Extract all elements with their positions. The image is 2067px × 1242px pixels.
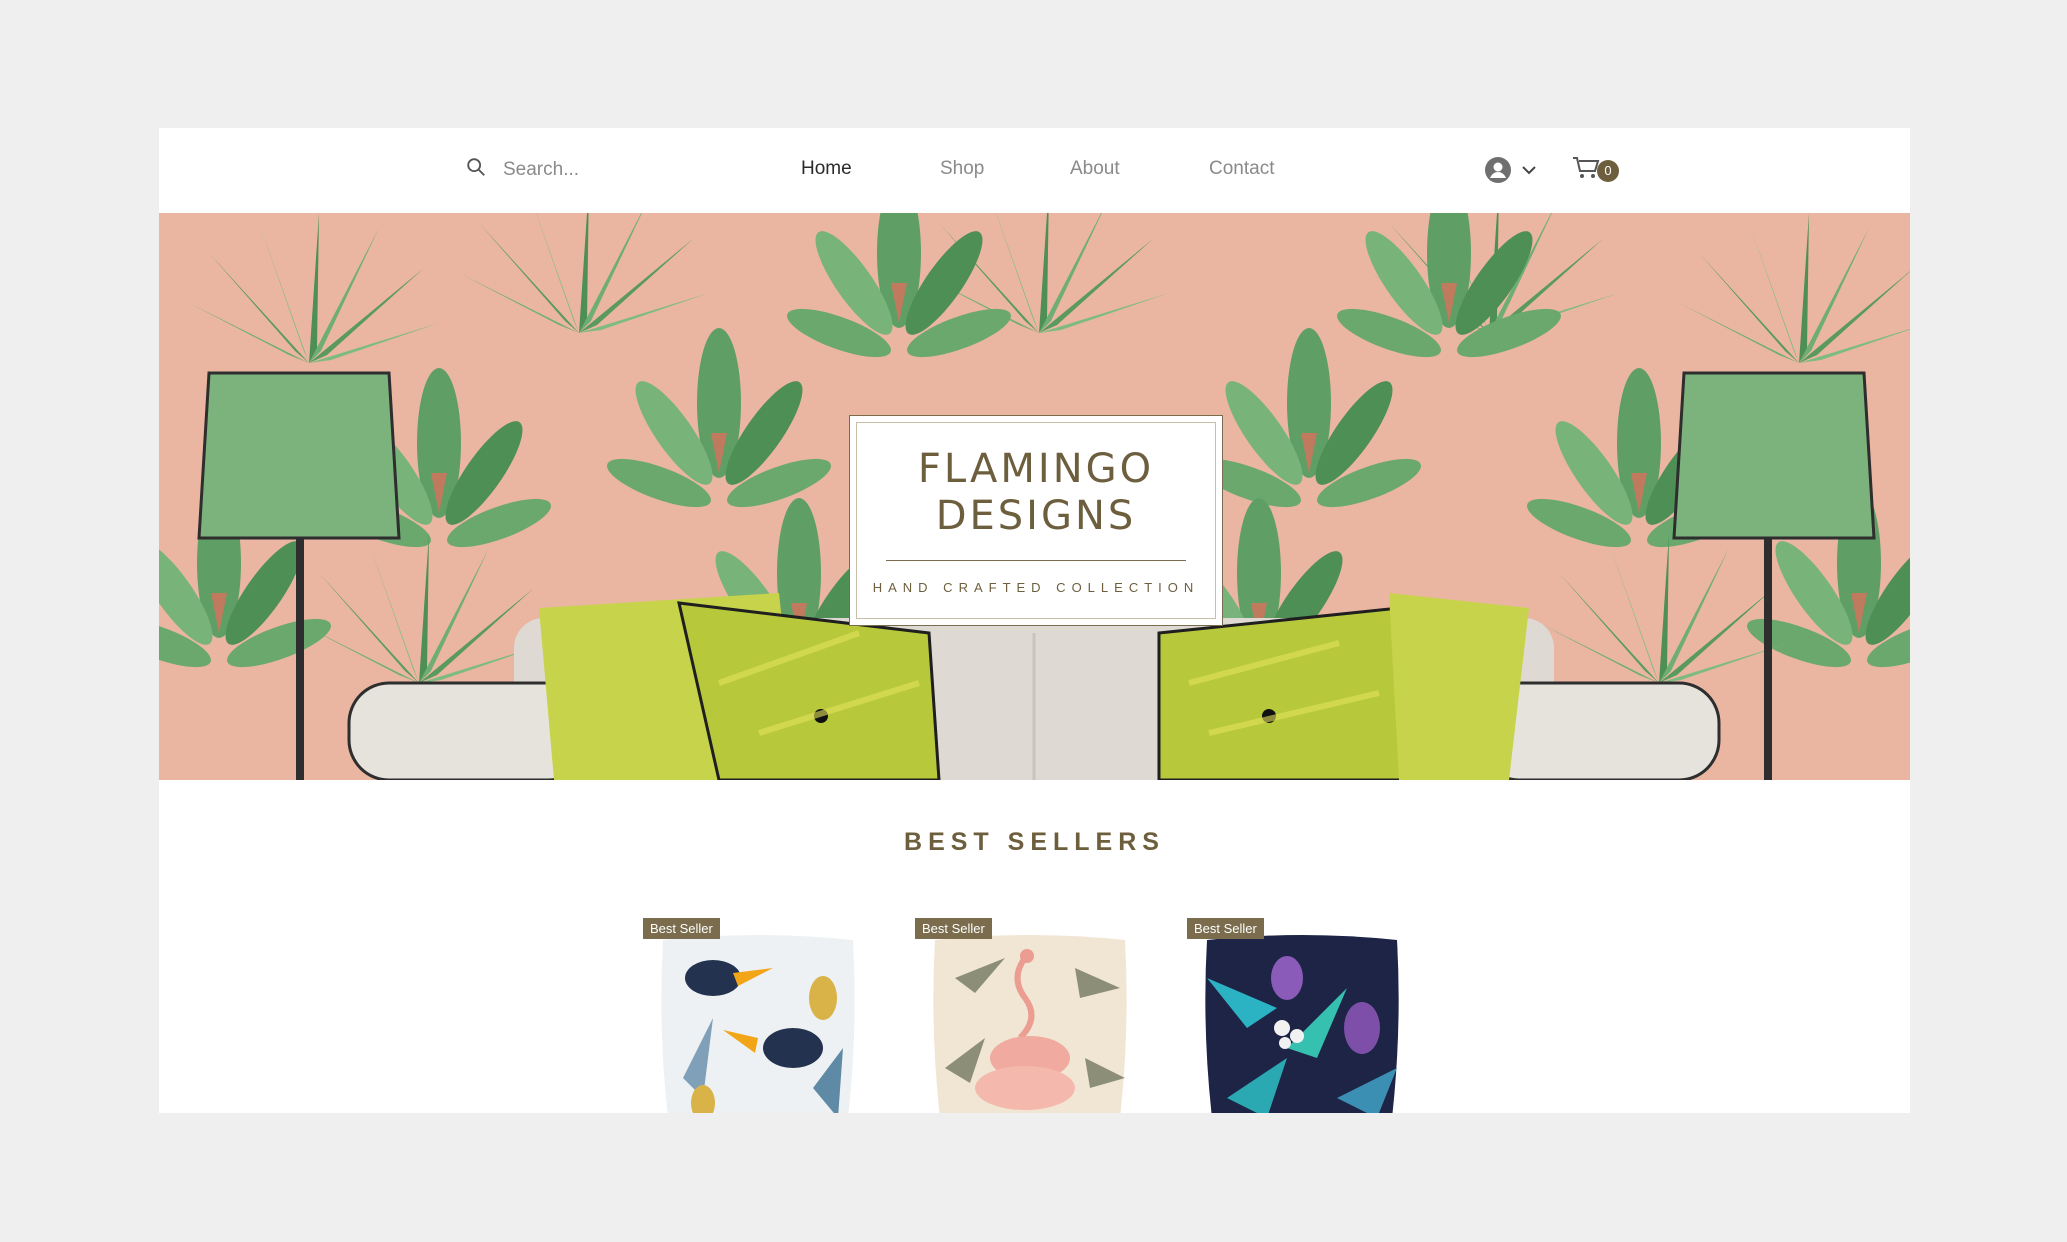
product-card-toucan[interactable]: Best Seller <box>643 918 873 1113</box>
search-bar[interactable] <box>465 156 705 183</box>
nav-home[interactable]: Home <box>801 158 852 180</box>
user-icon[interactable] <box>1484 156 1512 189</box>
search-icon[interactable] <box>465 156 487 183</box>
brand-title: FLAMINGO DESIGNS <box>850 446 1222 540</box>
product-card-tropical[interactable]: Best Seller <box>1187 918 1417 1113</box>
brand-title-line2: DESIGNS <box>935 493 1137 539</box>
brand-logo-box: FLAMINGO DESIGNS HAND CRAFTED COLLECTION <box>849 415 1223 626</box>
product-image-flamingo-pillow[interactable] <box>915 918 1145 1113</box>
nav-shop[interactable]: Shop <box>940 158 984 180</box>
nav-about[interactable]: About <box>1070 158 1120 180</box>
brand-title-line1: FLAMINGO <box>917 446 1155 492</box>
cart-button[interactable]: 0 <box>1571 155 1619 186</box>
best-sellers-heading: BEST SELLERS <box>904 828 1165 856</box>
hero-banner: FLAMINGO DESIGNS HAND CRAFTED COLLECTION <box>159 213 1910 780</box>
product-image-tropical-pillow[interactable] <box>1187 918 1417 1113</box>
site-header: Home Shop About Contact 0 <box>159 128 1910 213</box>
best-seller-badge: Best Seller <box>1187 918 1264 939</box>
nav-contact[interactable]: Contact <box>1209 158 1274 180</box>
brand-divider <box>886 560 1186 561</box>
brand-subtitle: HAND CRAFTED COLLECTION <box>872 580 1200 595</box>
website-frame: Home Shop About Contact 0 <box>159 128 1910 1113</box>
best-seller-badge: Best Seller <box>915 918 992 939</box>
product-card-flamingo[interactable]: Best Seller <box>915 918 1145 1113</box>
account-menu[interactable] <box>1484 156 1538 189</box>
search-input[interactable] <box>501 157 705 182</box>
best-seller-badge: Best Seller <box>643 918 720 939</box>
cart-count-badge: 0 <box>1597 159 1619 182</box>
chevron-down-icon[interactable] <box>1520 161 1538 184</box>
product-image-toucan-pillow[interactable] <box>643 918 873 1113</box>
